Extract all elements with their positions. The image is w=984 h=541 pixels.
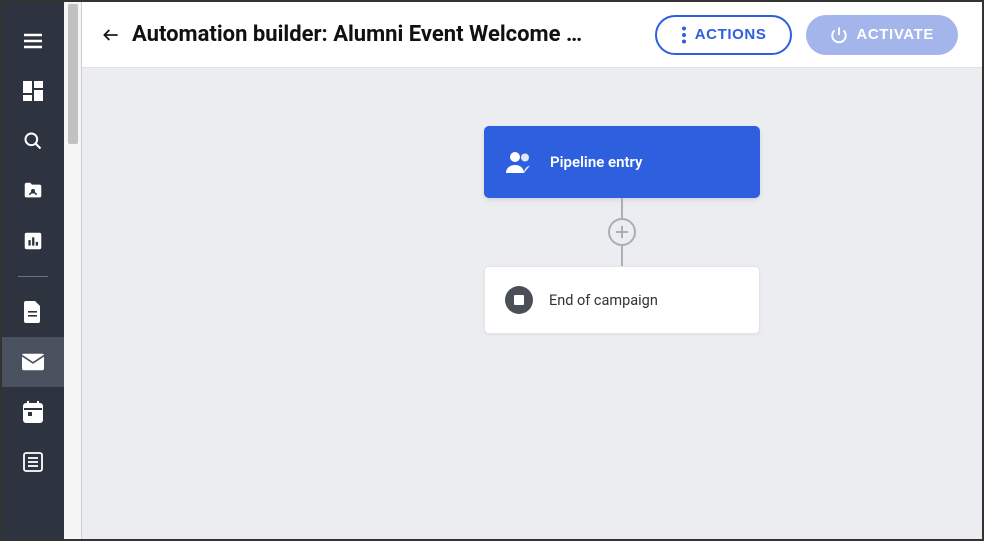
nav-dashboard[interactable] <box>2 66 64 116</box>
automation-canvas[interactable]: Pipeline entry End of campaign <box>82 68 982 539</box>
nav-search[interactable] <box>2 116 64 166</box>
connector-line <box>621 198 623 218</box>
end-of-campaign-node[interactable]: End of campaign <box>484 266 760 334</box>
document-icon <box>24 301 42 323</box>
top-actions: ACTIONS ACTIVATE <box>655 15 958 55</box>
nav-contacts[interactable] <box>2 166 64 216</box>
dashboard-icon <box>23 81 43 101</box>
search-icon <box>23 131 43 151</box>
power-icon <box>830 26 848 44</box>
nav-list[interactable] <box>2 437 64 487</box>
page-title: Automation builder: Alumni Event Welcome… <box>132 22 639 47</box>
pipeline-entry-label: Pipeline entry <box>550 153 642 171</box>
nav-email[interactable] <box>2 337 64 387</box>
add-step-button[interactable] <box>608 218 636 246</box>
email-icon <box>22 353 44 371</box>
arrow-left-icon <box>101 25 121 45</box>
people-icon <box>504 150 534 174</box>
sidebar-divider <box>18 276 48 277</box>
activate-button-label: ACTIVATE <box>856 26 934 43</box>
back-button[interactable] <box>98 22 124 48</box>
connector-line <box>621 246 623 266</box>
sidebar <box>2 2 64 539</box>
top-bar: Automation builder: Alumni Event Welcome… <box>82 2 982 68</box>
nav-calendar[interactable] <box>2 387 64 437</box>
activate-button[interactable]: ACTIVATE <box>806 15 958 55</box>
bar-chart-icon <box>22 230 44 252</box>
flow-column: Pipeline entry End of campaign <box>484 126 760 334</box>
scrollbar-thumb[interactable] <box>68 4 78 144</box>
vertical-scrollbar[interactable] <box>64 2 82 539</box>
nav-menu[interactable] <box>2 16 64 66</box>
nav-analytics[interactable] <box>2 216 64 266</box>
actions-button[interactable]: ACTIONS <box>655 15 793 55</box>
actions-button-label: ACTIONS <box>695 26 767 43</box>
pipeline-entry-node[interactable]: Pipeline entry <box>484 126 760 198</box>
main-area: Automation builder: Alumni Event Welcome… <box>82 2 982 539</box>
nav-documents[interactable] <box>2 287 64 337</box>
end-of-campaign-label: End of campaign <box>549 292 658 309</box>
contacts-folder-icon <box>22 180 44 202</box>
plus-icon <box>615 225 629 239</box>
more-vertical-icon <box>681 26 687 44</box>
list-icon <box>23 452 43 472</box>
calendar-icon <box>23 401 43 423</box>
menu-icon <box>21 29 45 53</box>
stop-icon <box>505 286 533 314</box>
